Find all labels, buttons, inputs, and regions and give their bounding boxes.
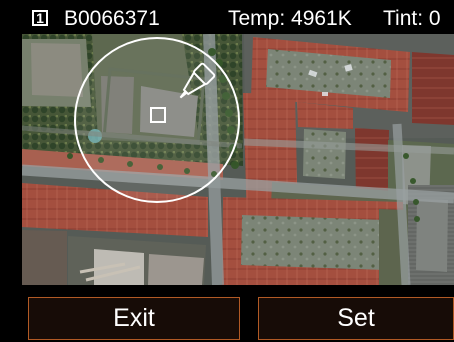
temperature-readout: Temp: 4961K: [228, 7, 352, 30]
camera-white-balance-screen: 1 B0066371 Temp: 4961K Tint: 0 Exit Set: [0, 0, 454, 342]
aerial-photo-preview[interactable]: [22, 34, 454, 285]
eyedropper-selector[interactable]: [74, 37, 240, 203]
set-button[interactable]: Set: [258, 297, 454, 340]
frame-number-badge: 1: [32, 10, 48, 26]
status-bar: 1 B0066371 Temp: 4961K Tint: 0: [0, 0, 454, 34]
image-id: B0066371: [64, 7, 160, 30]
exit-button[interactable]: Exit: [28, 297, 240, 340]
tint-readout: Tint: 0: [383, 7, 441, 30]
aerial-photo: [22, 34, 454, 285]
command-bar: Exit Set: [0, 285, 454, 342]
